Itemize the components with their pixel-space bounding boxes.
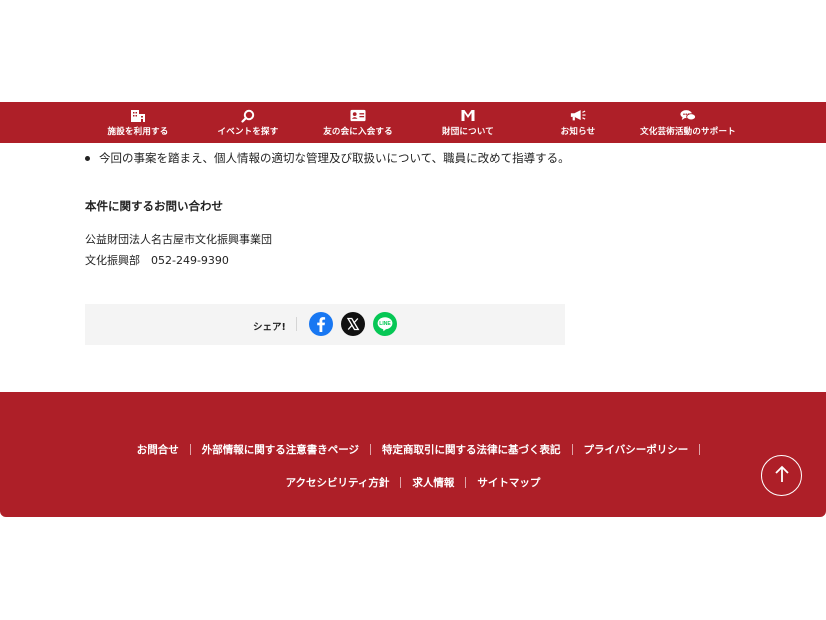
site-footer: お問合せ 外部情報に関する注意書きページ 特定商取引に関する法律に基づく表記 プ… [0, 392, 826, 517]
line-icon-text: LINE [379, 321, 391, 327]
footer-link-recruitment[interactable]: 求人情報 [401, 475, 465, 490]
search-icon [240, 109, 256, 123]
contact-department-phone: 文化振興部 052-249-9390 [85, 254, 229, 267]
member-card-icon [350, 109, 366, 123]
x-icon[interactable] [341, 312, 365, 336]
contact-organization: 公益財団法人名古屋市文化振興事業団 [85, 233, 272, 246]
share-box: シェア! LINE [85, 304, 565, 345]
footer-links-row-2: アクセシビリティ方針 求人情報 サイトマップ [0, 475, 826, 490]
nav-label: 施設を利用する [107, 126, 169, 137]
nav-item-arts-support[interactable]: 文化芸術活動のサポート [633, 102, 743, 143]
bullet-marker [85, 155, 90, 161]
footer-link-external-info-notice[interactable]: 外部情報に関する注意書きページ [191, 442, 370, 457]
footer-separator [699, 444, 701, 455]
facebook-icon[interactable] [309, 312, 333, 336]
nav-item-news[interactable]: お知らせ [523, 102, 633, 143]
foundation-logo-icon [460, 109, 476, 123]
nav-item-facilities[interactable]: 施設を利用する [83, 102, 193, 143]
footer-link-contact[interactable]: お問合せ [126, 442, 190, 457]
share-label: シェア! [253, 322, 286, 333]
nav-label: お知らせ [560, 126, 596, 137]
contact-heading: 本件に関するお問い合わせ [85, 199, 223, 213]
share-divider [296, 317, 297, 331]
footer-link-sitemap[interactable]: サイトマップ [466, 475, 551, 490]
bullet-text: 今回の事案を踏まえ、個人情報の適切な管理及び取扱いについて、職員に改めて指導する… [99, 151, 570, 165]
back-to-top-button[interactable] [761, 455, 802, 496]
nav-label: 財団について [442, 126, 494, 137]
footer-link-commercial-transactions[interactable]: 特定商取引に関する法律に基づく表記 [371, 442, 572, 457]
global-nav-bar: 施設を利用する イベントを探す 友の会に入会する 財団について お知らせ 文化芸… [0, 102, 826, 143]
policy-bullet-item: 今回の事案を踏まえ、個人情報の適切な管理及び取扱いについて、職員に改めて指導する… [85, 150, 570, 166]
footer-links-row-1: お問合せ 外部情報に関する注意書きページ 特定商取引に関する法律に基づく表記 プ… [0, 442, 826, 457]
megaphone-icon [570, 109, 586, 123]
nav-item-membership[interactable]: 友の会に入会する [303, 102, 413, 143]
footer-link-privacy-policy[interactable]: プライバシーポリシー [573, 442, 700, 457]
nav-item-about-foundation[interactable]: 財団について [413, 102, 523, 143]
line-icon[interactable]: LINE [373, 312, 397, 336]
nav-item-events[interactable]: イベントを探す [193, 102, 303, 143]
nav-label: 友の会に入会する [323, 126, 393, 137]
nav-label: イベントを探す [217, 126, 279, 137]
building-icon [130, 109, 146, 123]
arrow-up-icon [774, 465, 790, 487]
nav-label: 文化芸術活動のサポート [640, 126, 736, 137]
chat-bubbles-icon [680, 109, 696, 123]
footer-link-accessibility[interactable]: アクセシビリティ方針 [275, 475, 401, 490]
